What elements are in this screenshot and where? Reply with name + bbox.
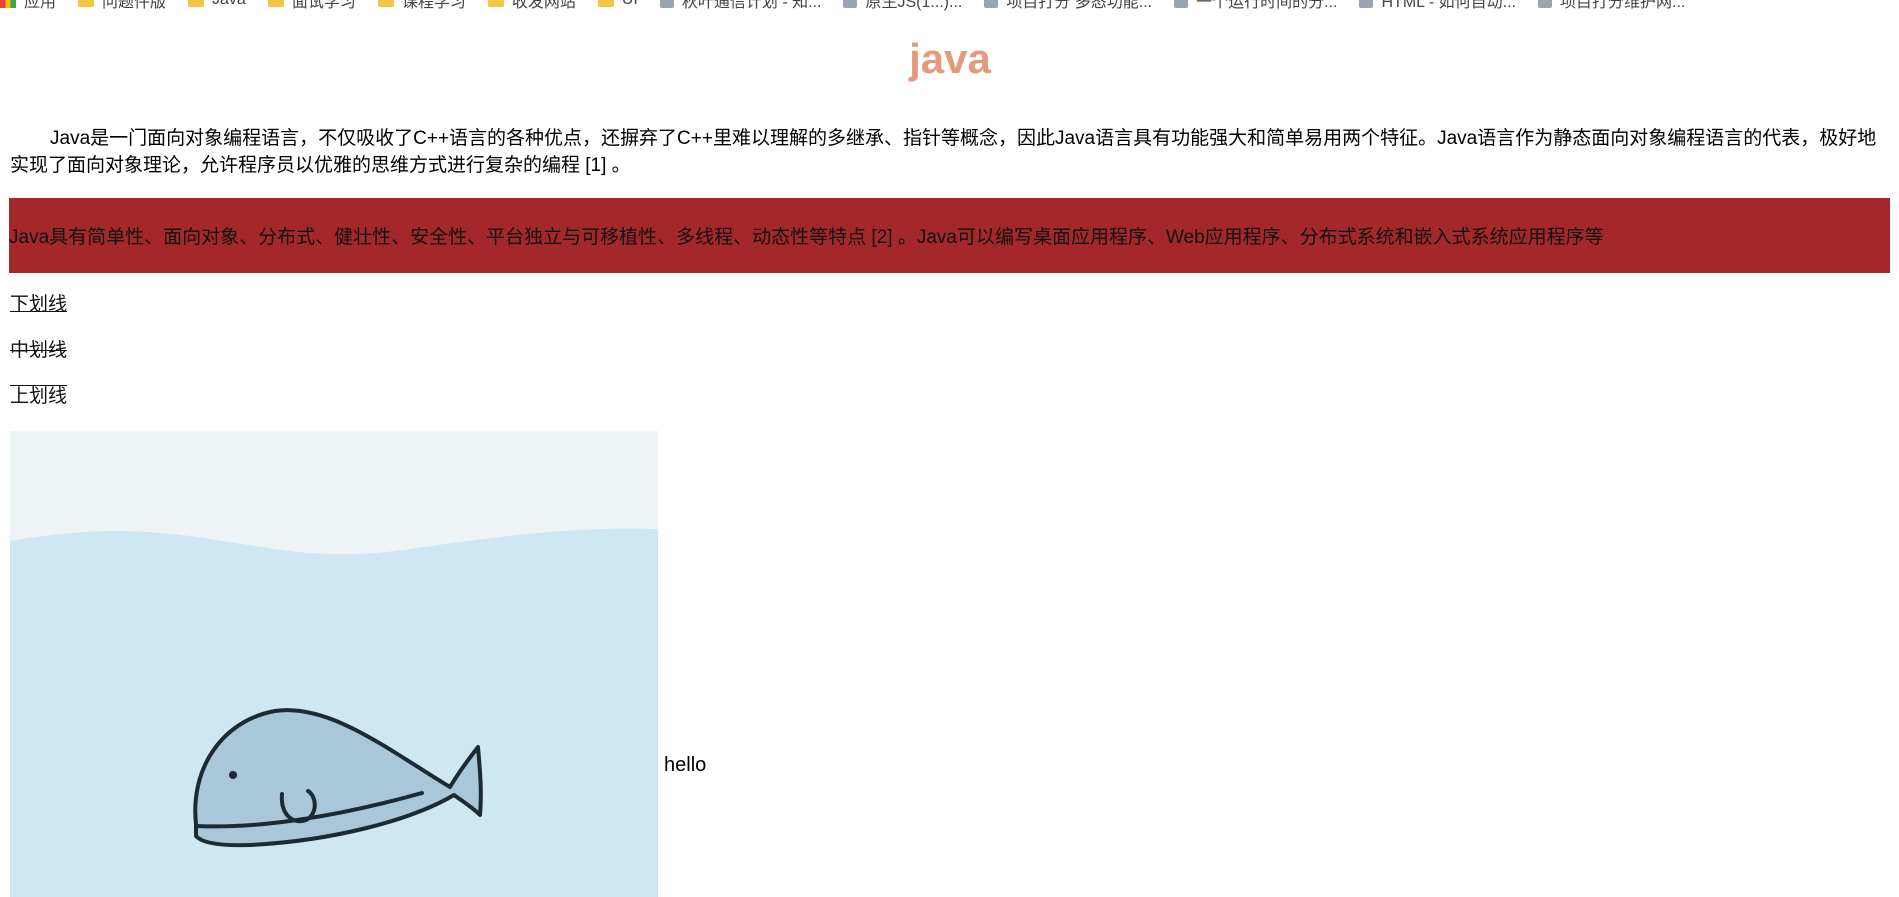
bookmark-label: 问题件版 <box>102 0 167 11</box>
bookmark-label: 一个运行时间的分... <box>1196 0 1338 11</box>
bookmark-item[interactable]: 课程学习 <box>377 0 466 12</box>
folder-icon <box>267 0 284 7</box>
page-icon <box>1359 0 1374 8</box>
bookmark-label: 秋叶通信计划 - 知... <box>681 0 822 11</box>
hello-text: hello <box>664 754 707 776</box>
bookmark-strip: 应用 问题件版 Java 面试学习 课程学习 收发网站 UI 秋叶通信计划 - … <box>0 0 1707 11</box>
bookmark-item[interactable]: 秋叶通信计划 - 知... <box>659 0 822 12</box>
features-text: Java具有简单性、面向对象、分布式、健壮性、安全性、平台独立与可移植性、多线程… <box>9 227 1604 248</box>
page-title: java <box>10 12 1890 80</box>
bookmark-label: 项目打分 多态功能... <box>1006 0 1153 11</box>
folder-icon <box>597 0 614 7</box>
bookmark-label: 面试学习 <box>291 0 356 11</box>
bookmark-label: UI <box>622 0 638 9</box>
bookmark-item[interactable]: 项目打分 多态功能... <box>984 0 1152 12</box>
apps-icon <box>0 0 16 8</box>
whale-image <box>10 431 658 897</box>
bookmark-item[interactable]: 一个运行时间的分... <box>1174 0 1337 12</box>
bookmark-label: 原生JS(1...)... <box>865 0 963 11</box>
bookmark-label: 应用 <box>24 0 57 11</box>
features-banner: Java具有简单性、面向对象、分布式、健壮性、安全性、平台独立与可移植性、多线程… <box>9 198 1890 273</box>
bookmark-item[interactable]: 收发网站 <box>487 0 576 12</box>
bookmark-item[interactable]: 项目打分维护网... <box>1538 0 1685 12</box>
page-icon <box>984 0 999 8</box>
folder-icon <box>487 0 504 7</box>
folder-icon <box>78 0 95 7</box>
page-icon <box>659 0 674 8</box>
folder-icon <box>188 0 205 7</box>
intro-paragraph: Java是一门面向对象编程语言，不仅吸收了C++语言的各种优点，还摒弃了C++里… <box>10 128 1877 176</box>
bookmark-item[interactable]: 面试学习 <box>267 0 356 12</box>
bookmark-label: 收发网站 <box>511 0 576 11</box>
bookmarks-bar: 应用 问题件版 Java 面试学习 课程学习 收发网站 UI 秋叶通信计划 - … <box>0 0 1899 12</box>
page-icon <box>843 0 858 8</box>
page-icon <box>1538 0 1553 8</box>
strikethrough-text: 中划线 <box>10 340 68 361</box>
bookmark-label: 课程学习 <box>401 0 466 11</box>
page-icon <box>1174 0 1189 8</box>
folder-icon <box>377 0 394 7</box>
underline-text: 下划线 <box>10 294 68 315</box>
bookmark-label: Java <box>212 0 246 9</box>
image-row: hello <box>10 431 706 897</box>
bookmark-item[interactable]: Java <box>188 0 246 9</box>
water-background <box>10 528 658 897</box>
bookmark-label: HTML - 如何自动... <box>1381 0 1517 11</box>
page-content: java Java是一门面向对象编程语言，不仅吸收了C++语言的各种优点，还摒弃… <box>9 12 1890 897</box>
bookmark-item[interactable]: 原生JS(1...)... <box>843 0 962 12</box>
bookmark-item[interactable]: HTML - 如何自动... <box>1359 0 1516 12</box>
bookmark-item[interactable]: 问题件版 <box>78 0 166 12</box>
bookmark-item[interactable]: 应用 <box>0 0 56 12</box>
overline-text: 上划线 <box>10 386 68 407</box>
bookmark-item[interactable]: UI <box>597 0 638 9</box>
page-title-text: java <box>909 35 991 82</box>
bookmark-label: 项目打分维护网... <box>1560 0 1686 11</box>
